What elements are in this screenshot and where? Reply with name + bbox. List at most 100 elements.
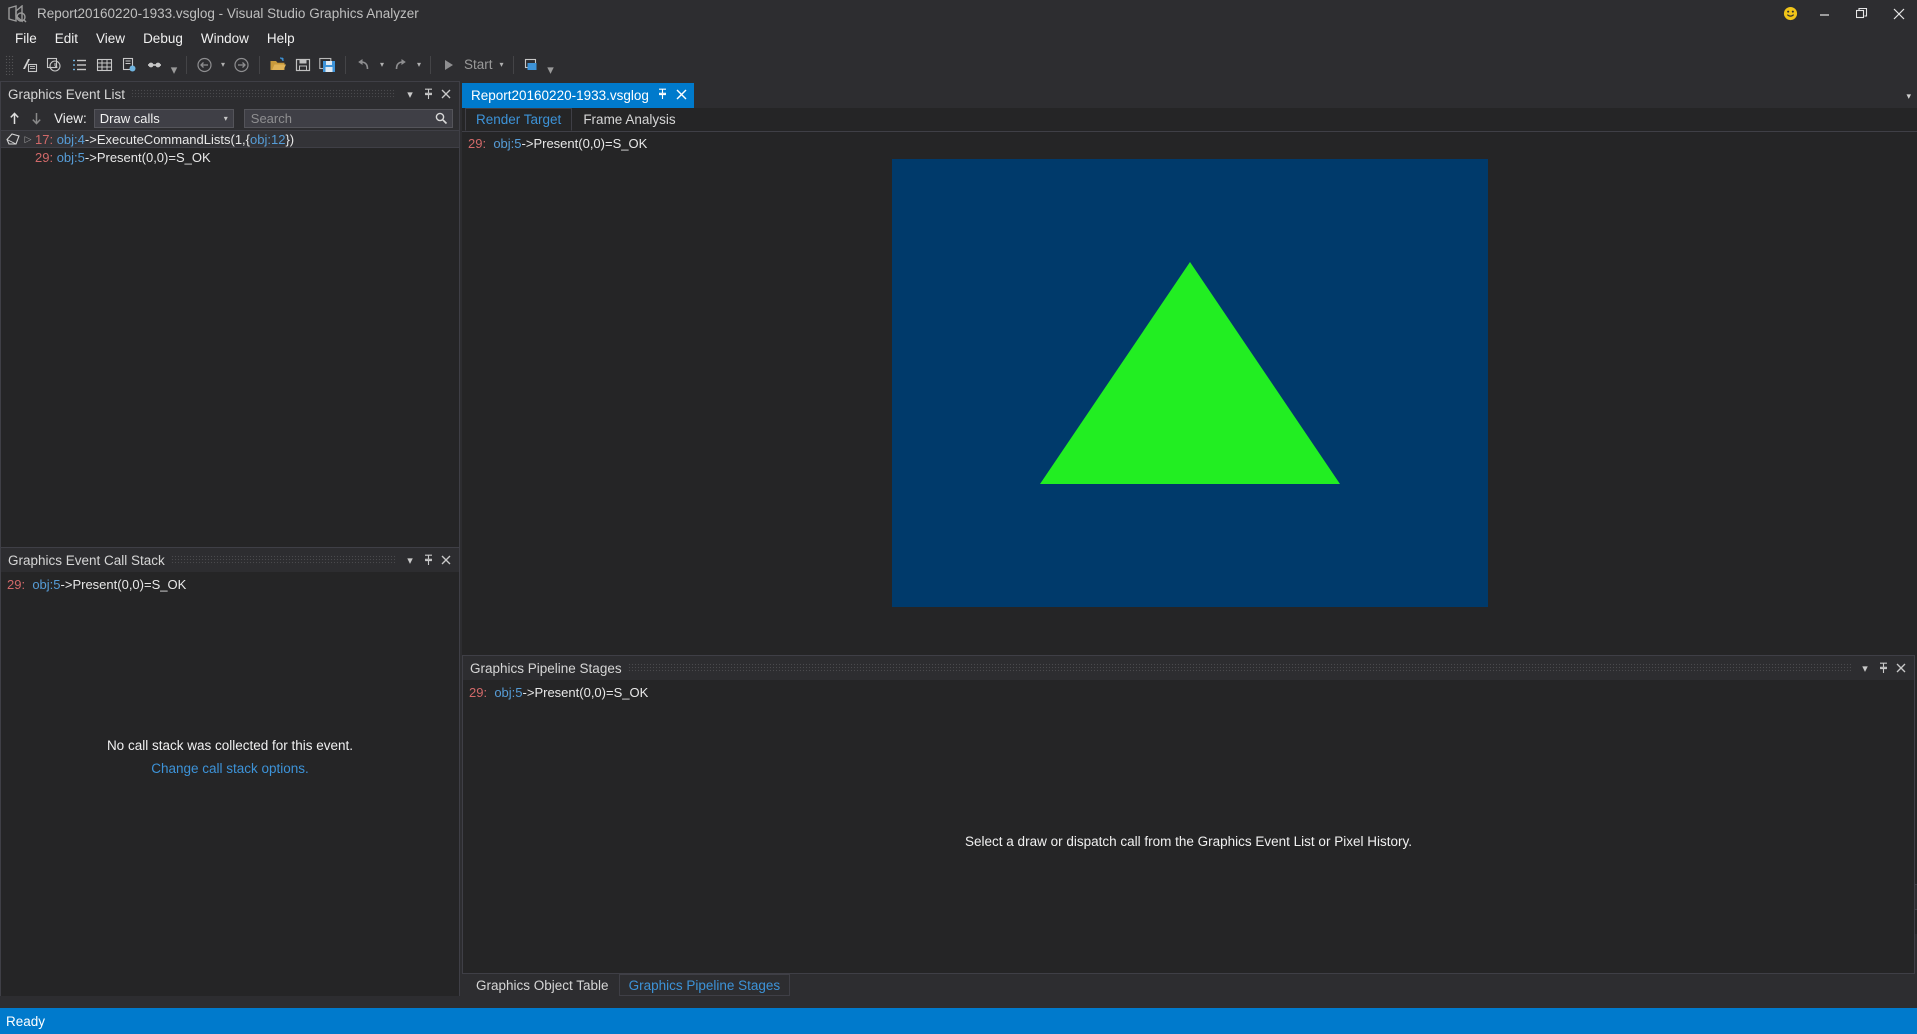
- event-object-arg: obj:12: [250, 132, 285, 147]
- render-target-tabstrip: Render Target Frame Analysis: [462, 108, 1917, 132]
- event-object: obj:5: [494, 685, 522, 700]
- panel-header-buttons: ▾: [402, 551, 459, 569]
- expander-icon[interactable]: ▷: [21, 134, 35, 145]
- close-button[interactable]: [1880, 0, 1917, 27]
- chevron-down-icon[interactable]: ▾: [402, 85, 418, 103]
- panel-header-buttons: ▾: [1857, 659, 1914, 677]
- document-tab-vsglog[interactable]: Report20160220-1933.vsglog: [462, 83, 694, 108]
- header-dot-fill: [628, 663, 1851, 673]
- toolbar-overflow-2-icon[interactable]: ▾: [544, 62, 558, 80]
- event-list-row-29[interactable]: 29: obj:5 ->Present(0,0)=S_OK: [1, 148, 459, 166]
- open-folder-icon[interactable]: [265, 53, 290, 77]
- menu-item-help[interactable]: Help: [258, 28, 304, 49]
- toolbar-overflow-icon[interactable]: ▾: [167, 62, 181, 80]
- chevron-down-icon[interactable]: ▾: [1857, 659, 1873, 677]
- event-object: obj:4: [57, 132, 85, 147]
- call-stack-header: Graphics Event Call Stack ▾: [1, 548, 459, 572]
- object-table-icon[interactable]: [92, 53, 117, 77]
- start-dropdown-icon[interactable]: ▾: [496, 60, 508, 69]
- bottom-tabstrip: Graphics Object Table Graphics Pipeline …: [462, 974, 1917, 996]
- title-bar: Report20160220-1933.vsglog - Visual Stud…: [0, 0, 1917, 27]
- capture-frame-icon[interactable]: [17, 53, 42, 77]
- event-object: obj:5: [57, 150, 85, 165]
- undo-dropdown-icon[interactable]: ▾: [376, 60, 388, 69]
- menu-bar: File Edit View Debug Window Help: [0, 27, 1917, 49]
- arrow-up-icon[interactable]: [4, 108, 24, 128]
- pipeline-stages-icon[interactable]: [117, 53, 142, 77]
- event-call-text: ->Present(0,0)=S_OK: [85, 150, 211, 165]
- window-controls: [1774, 0, 1917, 27]
- chevron-down-icon[interactable]: ▾: [402, 551, 418, 569]
- search-placeholder: Search: [245, 111, 292, 126]
- event-list-row-17[interactable]: ▷ 17: obj:4 ->ExecuteCommandLists(1,{ ob…: [1, 130, 459, 148]
- view-select[interactable]: Draw calls ▾: [94, 109, 234, 128]
- pin-icon[interactable]: [420, 551, 436, 569]
- event-list-icon[interactable]: [67, 53, 92, 77]
- toolbar-grip[interactable]: [5, 55, 14, 75]
- event-call-text: ->ExecuteCommandLists(1,{: [85, 132, 250, 147]
- event-object: obj:5: [32, 577, 60, 592]
- panel-title: Graphics Event Call Stack: [8, 553, 165, 568]
- change-call-stack-options-link[interactable]: Change call stack options.: [1, 761, 459, 776]
- search-input[interactable]: Search: [244, 109, 453, 128]
- event-call-text: ->Present(0,0)=S_OK: [522, 136, 648, 151]
- status-text: Ready: [6, 1014, 45, 1029]
- back-dropdown-icon[interactable]: ▾: [217, 60, 229, 69]
- redo-icon[interactable]: [388, 53, 413, 77]
- status-bar: Ready: [0, 1008, 1917, 1034]
- tab-frame-analysis[interactable]: Frame Analysis: [572, 108, 686, 131]
- pin-icon[interactable]: [1875, 659, 1891, 677]
- chevron-down-icon[interactable]: ▾: [1906, 91, 1911, 102]
- chevron-down-icon: ▾: [224, 114, 228, 123]
- menu-item-file[interactable]: File: [6, 28, 46, 49]
- graphics-event-list-panel: Graphics Event List ▾: [0, 81, 460, 549]
- menu-item-view[interactable]: View: [87, 28, 134, 49]
- forward-icon[interactable]: [229, 53, 254, 77]
- document-tab-label: Report20160220-1933.vsglog: [471, 88, 649, 103]
- event-list-rows[interactable]: ▷ 17: obj:4 ->ExecuteCommandLists(1,{ ob…: [1, 130, 459, 548]
- start-button-label[interactable]: Start: [461, 57, 496, 72]
- event-list-toolbar: View: Draw calls ▾ Search: [1, 106, 459, 130]
- start-play-icon[interactable]: [436, 53, 461, 77]
- close-icon[interactable]: [676, 89, 687, 103]
- pin-icon[interactable]: [657, 88, 668, 103]
- close-icon[interactable]: [438, 551, 454, 569]
- minimize-button[interactable]: [1806, 0, 1843, 27]
- render-target-image[interactable]: [892, 159, 1488, 607]
- tab-render-target[interactable]: Render Target: [465, 108, 572, 131]
- menu-item-edit[interactable]: Edit: [46, 28, 87, 49]
- pixel-history-icon[interactable]: [142, 53, 167, 77]
- close-icon[interactable]: [438, 85, 454, 103]
- magnifier-icon[interactable]: [434, 111, 448, 128]
- panel-title: Graphics Pipeline Stages: [470, 661, 622, 676]
- vs-graphics-analyzer-logo-icon: [0, 0, 34, 27]
- close-icon[interactable]: [1893, 659, 1909, 677]
- event-number: 29:: [7, 577, 25, 592]
- history-icon[interactable]: [42, 53, 67, 77]
- menu-item-window[interactable]: Window: [192, 28, 258, 49]
- triangle-shape: [1040, 262, 1340, 484]
- arrow-down-icon[interactable]: [26, 108, 46, 128]
- render-target-event: 29: obj:5->Present(0,0)=S_OK: [462, 132, 1917, 151]
- tab-graphics-object-table[interactable]: Graphics Object Table: [466, 974, 619, 996]
- save-all-icon[interactable]: [315, 53, 340, 77]
- toolbar-separator: [345, 56, 346, 74]
- header-dot-fill: [131, 89, 396, 99]
- smiley-feedback-icon[interactable]: [1774, 0, 1806, 27]
- panel-header-buttons: ▾: [402, 85, 459, 103]
- empty-message: No call stack was collected for this eve…: [1, 738, 459, 753]
- pin-icon[interactable]: [420, 85, 436, 103]
- graphics-debug-icon[interactable]: [519, 53, 544, 77]
- undo-icon[interactable]: [351, 53, 376, 77]
- save-icon[interactable]: [290, 53, 315, 77]
- menu-item-debug[interactable]: Debug: [134, 28, 192, 49]
- restore-button[interactable]: [1843, 0, 1880, 27]
- window-title: Report20160220-1933.vsglog - Visual Stud…: [37, 6, 419, 21]
- redo-dropdown-icon[interactable]: ▾: [413, 60, 425, 69]
- event-number: 29:: [35, 150, 53, 165]
- event-call-text: ->Present(0,0)=S_OK: [61, 577, 187, 592]
- back-icon[interactable]: [192, 53, 217, 77]
- tab-graphics-pipeline-stages[interactable]: Graphics Pipeline Stages: [619, 974, 791, 996]
- header-dot-fill: [171, 555, 396, 565]
- pipeline-stages-event: 29: obj:5->Present(0,0)=S_OK: [463, 680, 1914, 700]
